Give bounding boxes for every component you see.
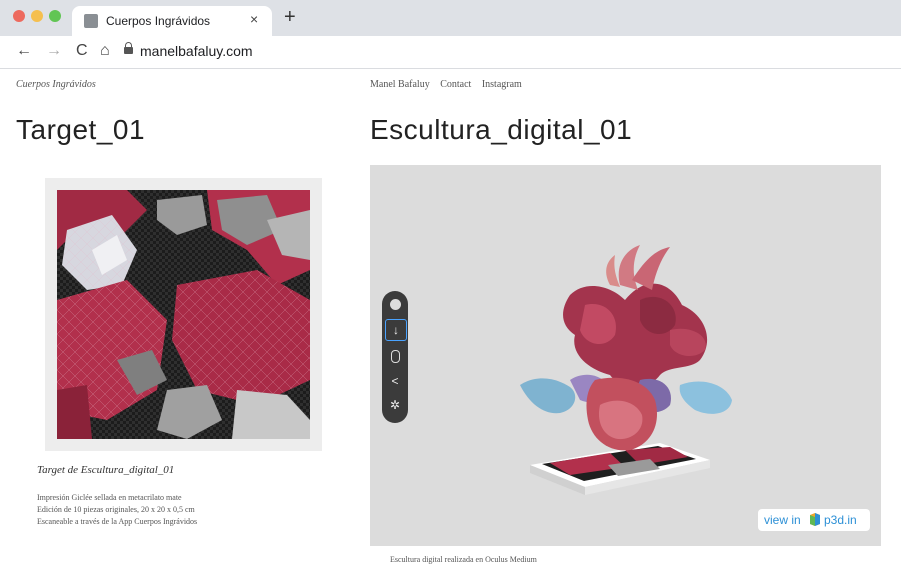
- tab-close-icon[interactable]: ×: [250, 11, 258, 27]
- sculpture-title: Escultura_digital_01: [370, 114, 633, 145]
- share-icon[interactable]: <: [385, 371, 405, 391]
- tab-title: Cuerpos Ingrávidos: [106, 14, 211, 28]
- forward-button[interactable]: →: [46, 42, 62, 60]
- close-window-button[interactable]: [13, 10, 25, 22]
- back-button[interactable]: ←: [16, 42, 32, 60]
- focus-icon[interactable]: ✲: [385, 395, 405, 415]
- url-text: manelbafaluy.com: [140, 43, 253, 59]
- badge-brand-text: p3d.in: [824, 513, 857, 527]
- url-field[interactable]: manelbafaluy.com: [118, 40, 888, 64]
- target-artwork-image: [57, 190, 310, 439]
- viewer-toolbar: ↓ < ✲: [382, 291, 408, 423]
- top-nav: Manel Bafaluy Contact Instagram: [370, 79, 530, 90]
- home-button[interactable]: ⌂: [100, 42, 110, 60]
- target-description: Impresión Giclée sellada en metacrilato …: [37, 492, 197, 528]
- lock-icon: [124, 42, 133, 55]
- target-image-frame: [45, 178, 322, 451]
- browser-address-bar: ← → C ⌂ manelbafaluy.com: [0, 36, 901, 69]
- sculpture-render: [520, 245, 732, 495]
- site-name-link[interactable]: Cuerpos Ingrávidos: [16, 79, 96, 90]
- browser-tab[interactable]: Cuerpos Ingrávidos ×: [72, 6, 272, 36]
- minimize-window-button[interactable]: [31, 10, 43, 22]
- reload-button[interactable]: C: [76, 42, 88, 60]
- description-line: Impresión Giclée sellada en metacrilato …: [37, 493, 182, 502]
- description-line: Escaneable a través de la App Cuerpos In…: [37, 517, 198, 526]
- badge-view-text: view in: [764, 513, 801, 527]
- target-caption: Target de Escultura_digital_01: [37, 464, 175, 476]
- favicon-icon: [84, 14, 98, 28]
- maximize-window-button[interactable]: [49, 10, 61, 22]
- browser-tab-bar: Cuerpos Ingrávidos × +: [0, 0, 901, 36]
- view-in-p3d-button[interactable]: view in p3d.in: [758, 509, 870, 531]
- sphere-icon[interactable]: [385, 295, 405, 315]
- nav-link-instagram[interactable]: Instagram: [482, 79, 522, 90]
- sculpture-caption: Escultura digital realizada en Oculus Me…: [390, 555, 537, 564]
- new-tab-button[interactable]: +: [284, 6, 296, 29]
- arrow-down-icon[interactable]: ↓: [385, 319, 407, 341]
- mouse-icon[interactable]: [385, 347, 405, 367]
- nav-link-manel-bafaluy[interactable]: Manel Bafaluy: [370, 79, 430, 90]
- p3d-logo-icon: [810, 513, 820, 526]
- 3d-model-viewer[interactable]: ↓ < ✲ view in p3d.in: [370, 165, 881, 546]
- nav-link-contact[interactable]: Contact: [440, 79, 471, 90]
- description-line: Edición de 10 piezas originales, 20 x 20…: [37, 505, 195, 514]
- target-title: Target_01: [16, 114, 146, 145]
